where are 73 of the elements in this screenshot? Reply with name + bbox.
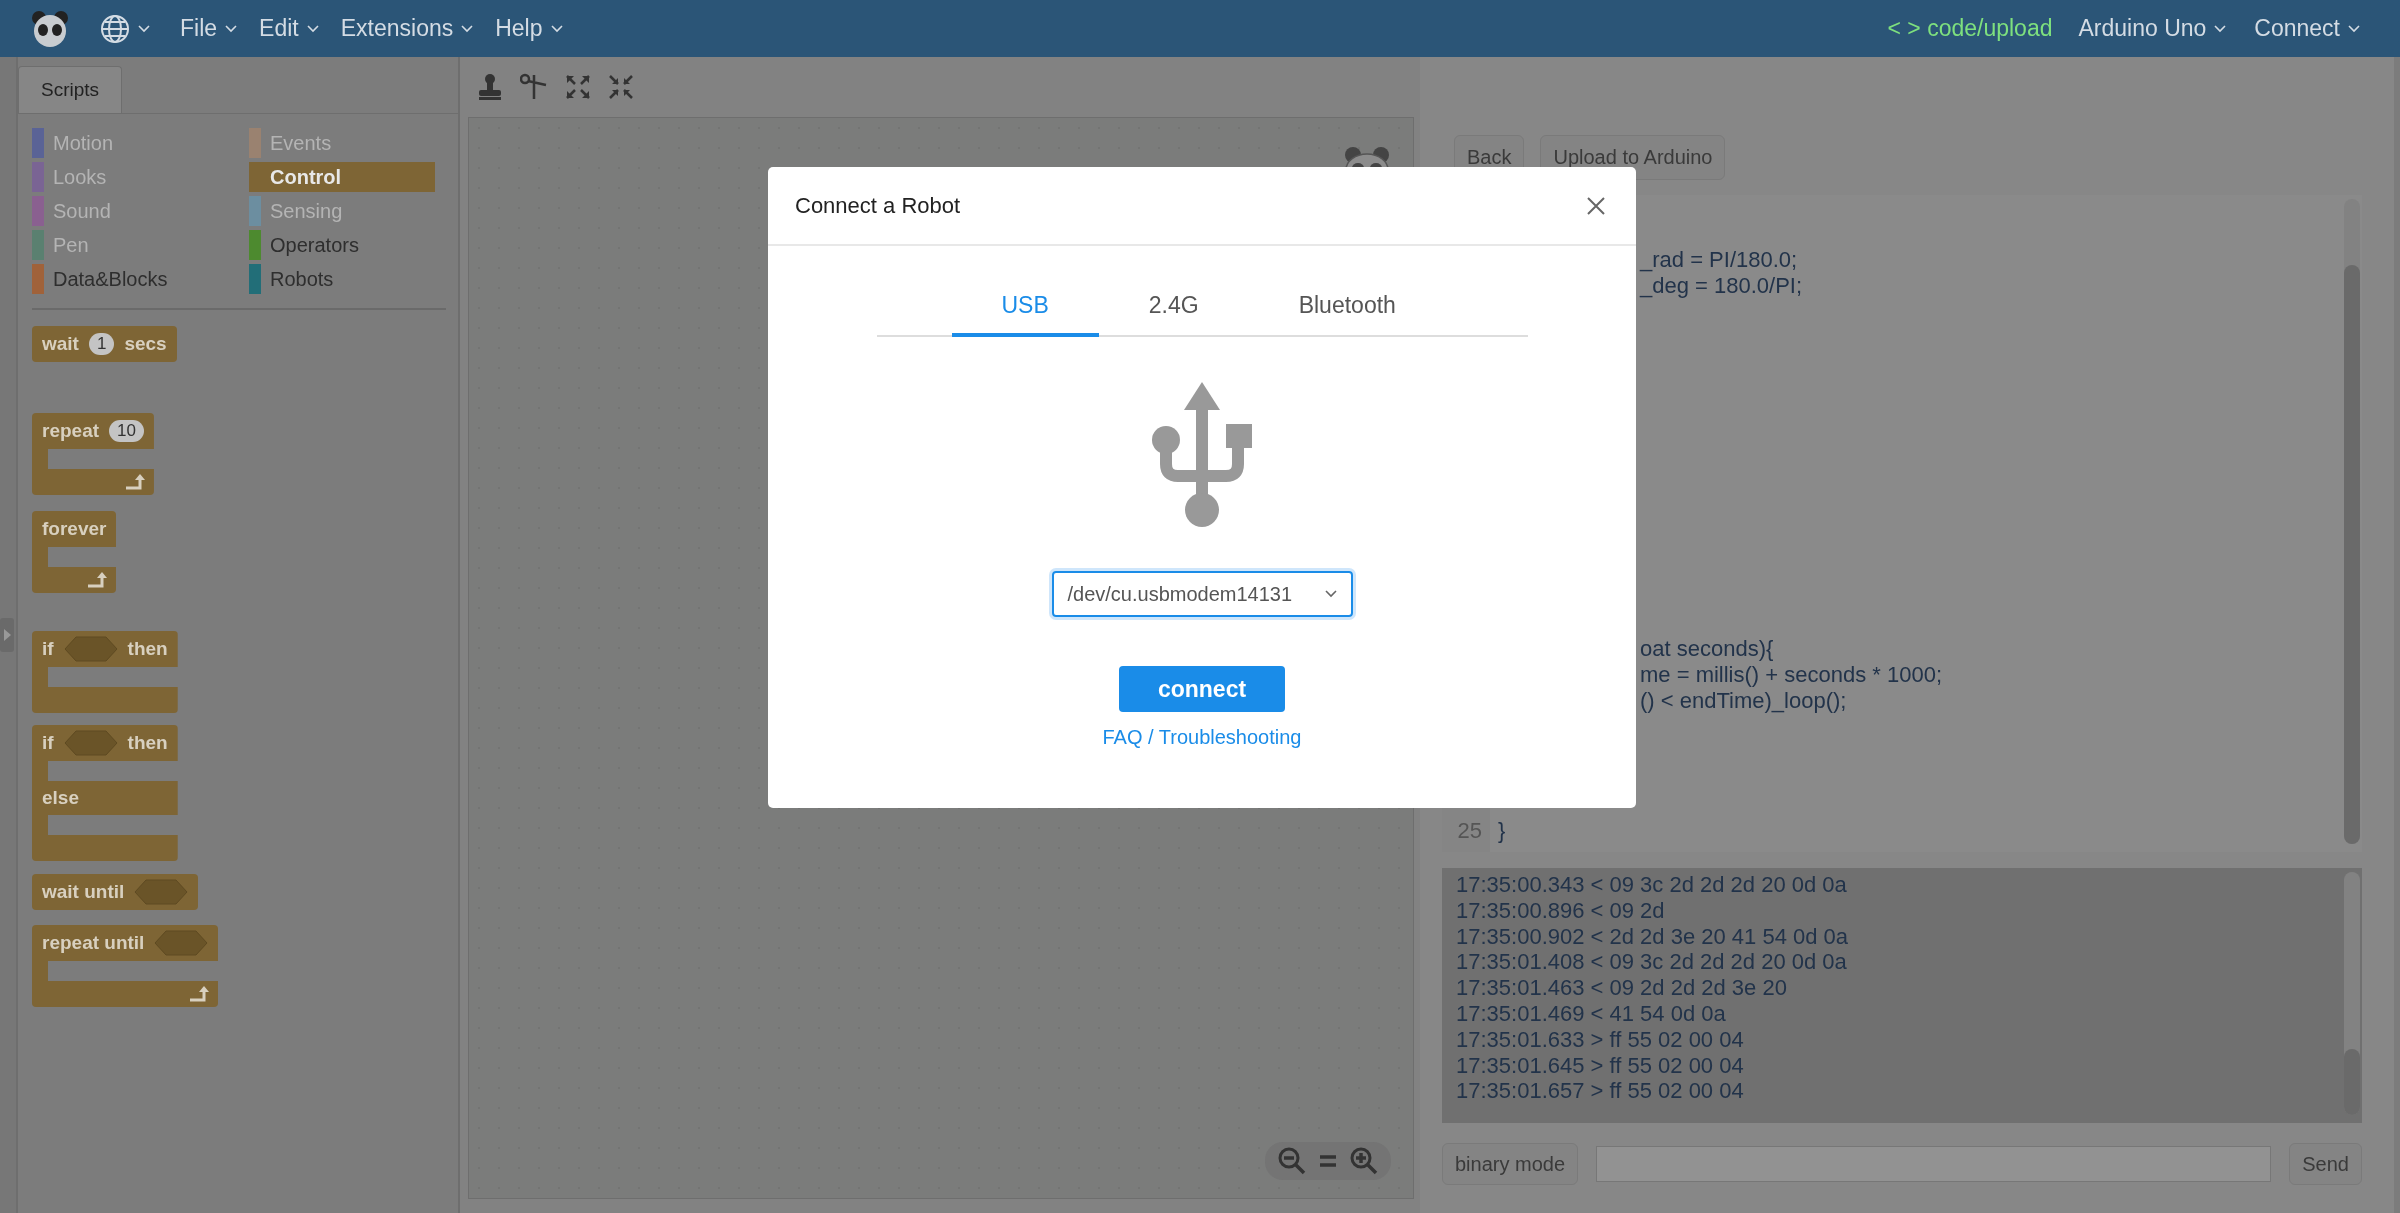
caret-icon [2348,24,2360,33]
globe-icon [100,13,130,44]
control-block[interactable]: wait 1 secs [32,326,177,362]
menu-button[interactable]: Extensions [340,15,474,42]
code-line: _deg = 180.0/PI; [1638,273,1804,299]
category-item[interactable]: Control [249,162,435,192]
console-line: 17:35:01.408 < 09 3c 2d 2d 2d 20 0d 0a [1456,949,1848,976]
caret-icon [306,24,319,33]
send-button[interactable]: Send [2289,1143,2362,1185]
shrink-icon[interactable] [608,74,634,100]
code-line: oat seconds){ [1639,636,1775,662]
code-line: _rad = PI/180.0; [1638,247,1799,273]
caret-icon [138,24,150,33]
caret-icon [2214,24,2227,33]
number-input[interactable]: 1 [88,333,115,355]
dialog-title: Connect a Robot [795,192,961,219]
category-item[interactable]: Operators [249,230,439,260]
help-link[interactable]: FAQ / Troubleshooting [1102,726,1302,749]
connection-tab[interactable]: 2.4G [1098,280,1249,337]
control-block[interactable]: if then else [32,725,178,861]
menu-button[interactable]: Edit [259,15,319,42]
connection-tab[interactable]: USB [951,280,1099,337]
caret-icon [225,24,238,33]
close-icon [1586,195,1606,216]
code-line: () < endTime)_loop(); [1639,688,1848,714]
menu-button[interactable]: File [180,15,238,42]
control-block[interactable]: wait until [32,874,199,910]
caret-icon [550,24,563,33]
control-block[interactable]: forever [32,511,117,593]
condition-slot[interactable] [154,930,209,956]
menu-button[interactable]: Help [495,15,563,42]
console-line: 17:35:00.343 < 09 3c 2d 2d 2d 20 0d 0a [1456,872,1848,898]
code-line: } [1498,818,1506,844]
control-block[interactable]: repeat until [32,925,219,1007]
control-block[interactable]: repeat 10 [32,413,154,495]
console-line: 17:35:00.896 < 09 2d [1456,897,1666,924]
connect-button[interactable]: connect [1119,666,1285,712]
logo-icon[interactable] [30,8,70,49]
console-line: 17:35:01.657 > ff 55 02 00 04 [1456,1078,1745,1105]
code-upload-button[interactable]: < > code/upload [1887,15,2053,42]
number-input[interactable]: 10 [109,420,144,442]
expand-icon[interactable] [565,74,591,100]
language-button[interactable] [100,13,150,44]
board-menu-button[interactable]: Arduino Uno [2078,15,2227,42]
send-input-field[interactable] [1596,1146,2272,1182]
caret-icon [461,24,474,33]
close-button[interactable] [1586,195,1606,216]
console-line: 17:35:01.469 < 41 54 0d 0a [1456,1001,1727,1027]
scissors-icon[interactable] [520,73,548,101]
code-line: me = millis() + seconds * 1000; [1639,662,1944,688]
console-line: 17:35:01.645 > ff 55 02 00 04 [1456,1052,1745,1079]
usb-icon [1152,382,1252,528]
connect-menu-button[interactable]: Connect [2254,15,2360,42]
zoom-in-icon[interactable] [1349,1146,1379,1176]
console-line: 17:35:01.633 > ff 55 02 00 04 [1456,1026,1745,1053]
condition-slot[interactable] [63,730,118,756]
condition-slot[interactable] [134,879,189,905]
category-item[interactable]: Robots [249,264,439,294]
scrollbar[interactable] [2344,199,2360,844]
binary-mode-button[interactable]: binary mode [1442,1143,1579,1185]
console-line: 17:35:00.902 < 2d 2d 3e 20 41 54 0d 0a [1456,923,1850,950]
collapse-handle-icon[interactable] [0,618,14,652]
category-item[interactable]: Data&Blocks [32,264,249,294]
scrollbar[interactable] [2344,872,2360,1115]
stamp-icon[interactable] [477,73,503,101]
loop-arrow-icon [123,472,148,492]
scripts-tab[interactable]: Scripts [18,66,123,113]
port-select[interactable]: /dev/cu.usbmodem14131 [1051,571,1353,617]
console-line: 17:35:01.463 < 09 2d 2d 2d 3e 20 [1456,975,1788,1001]
control-block[interactable]: if then [32,631,178,713]
caret-icon [1324,590,1337,598]
condition-slot[interactable] [63,636,118,662]
zoom-out-icon[interactable] [1277,1146,1307,1176]
